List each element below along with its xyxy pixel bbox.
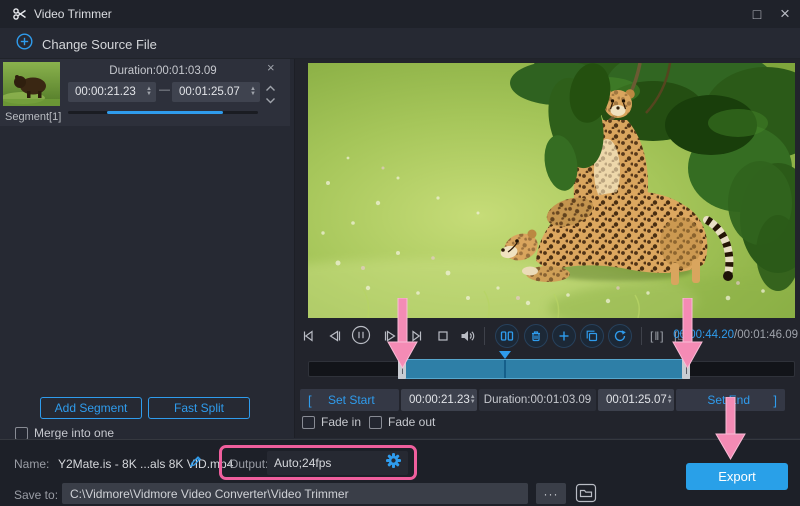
window-title: Video Trimmer — [34, 7, 112, 21]
segment-start-value: 00:00:21.23 — [75, 86, 136, 98]
fast-split-button[interactable]: Fast Split — [148, 397, 250, 419]
bracket-pause-icon[interactable]: [‖] — [650, 329, 665, 343]
scissors-icon — [12, 6, 28, 27]
delete-button[interactable] — [524, 324, 548, 348]
video-frame — [308, 63, 795, 318]
output-value: Auto;24fps — [274, 456, 331, 470]
volume-icon[interactable] — [456, 325, 478, 347]
timeline-selection[interactable] — [398, 359, 690, 379]
segment-list-panel: Duration:00:01:03.09 00:00:21.23 ▲ ▼ — 0… — [0, 59, 295, 438]
skip-start-button[interactable] — [297, 325, 319, 347]
current-time: 00:00:44.20 — [673, 329, 734, 341]
gear-icon[interactable] — [386, 453, 401, 473]
playhead-marker[interactable] — [499, 351, 511, 359]
copy-button[interactable] — [580, 324, 604, 348]
trim-duration: Duration:00:01:03.09 — [479, 389, 596, 411]
controls-divider — [641, 327, 642, 345]
change-source-button[interactable]: Change Source File — [16, 33, 157, 55]
add-segment-button[interactable]: Add Segment — [40, 397, 142, 419]
time-display: 00:00:44.20/00:01:46.09 — [690, 329, 798, 341]
bracket-close: ] — [773, 393, 777, 408]
export-button[interactable]: Export — [686, 463, 788, 490]
step-back-button[interactable] — [324, 325, 346, 347]
output-field[interactable]: Auto;24fps — [267, 451, 408, 475]
maximize-icon[interactable]: □ — [744, 3, 770, 25]
trim-end-handle[interactable] — [682, 359, 690, 379]
name-label: Name: — [14, 457, 49, 471]
segment-duration: Duration:00:01:03.09 — [68, 65, 258, 77]
stop-button[interactable] — [432, 325, 454, 347]
trim-end-input[interactable]: 00:01:25.07 ▲ ▼ — [598, 389, 674, 411]
trim-start-input[interactable]: 00:00:21.23 ▲ ▼ — [401, 389, 477, 411]
restore-button[interactable] — [608, 324, 632, 348]
total-time: /00:01:46.09 — [734, 329, 798, 341]
spinner-down-icon[interactable]: ▼ — [250, 92, 256, 97]
pause-button[interactable] — [350, 324, 372, 346]
bracket-open: [ — [308, 393, 312, 408]
toolbar: Change Source File — [0, 28, 800, 59]
segment-range-slider[interactable] — [68, 111, 258, 114]
fade-out-checkbox[interactable] — [369, 416, 382, 429]
plus-circle-icon — [16, 33, 33, 55]
spinner-down-icon[interactable]: ▼ — [470, 400, 476, 405]
spinner-down-icon[interactable]: ▼ — [667, 400, 673, 405]
fade-in-label: Fade in — [321, 415, 361, 429]
save-path-value: C:\Vidmore\Vidmore Video Converter\Video… — [70, 487, 349, 501]
save-to-label: Save to: — [14, 488, 58, 502]
segment-name: Segment[1] — [5, 111, 61, 123]
set-end-label: Set End — [707, 393, 750, 407]
set-start-label: Set Start — [328, 393, 375, 407]
browse-button[interactable]: ··· — [536, 483, 566, 504]
add-button[interactable] — [552, 324, 576, 348]
close-icon[interactable]: × — [772, 3, 798, 25]
segment-range-fill — [107, 111, 223, 114]
name-value: Y2Mate.is - 8K ...als 8K VID.mp4 — [58, 457, 233, 471]
trim-start-handle[interactable] — [398, 359, 406, 379]
edit-name-icon[interactable] — [188, 454, 203, 474]
move-down-icon[interactable] — [265, 91, 276, 109]
spinner-icons[interactable]: ▲ ▼ — [146, 87, 152, 97]
spinner-icons[interactable]: ▲ ▼ — [470, 395, 476, 405]
spinner-icons[interactable]: ▲ ▼ — [667, 395, 673, 405]
skip-end-button[interactable] — [406, 325, 428, 347]
segment-end-value: 00:01:25.07 — [179, 86, 240, 98]
segment-thumbnail[interactable] — [3, 62, 60, 106]
fade-in-checkbox[interactable] — [302, 416, 315, 429]
range-separator: — — [159, 84, 170, 96]
trim-end-value: 00:01:25.07 — [606, 394, 667, 406]
title-bar: Video Trimmer □ × — [0, 0, 800, 28]
output-label: Output: — [229, 457, 268, 471]
segment-end-input[interactable]: 00:01:25.07 ▲ ▼ — [172, 82, 260, 102]
spinner-icons[interactable]: ▲ ▼ — [250, 87, 256, 97]
split-button[interactable] — [495, 324, 519, 348]
playhead-line — [504, 360, 506, 378]
controls-divider — [484, 327, 485, 345]
set-start-button[interactable]: [ Set Start — [300, 389, 399, 411]
segment-start-input[interactable]: 00:00:21.23 ▲ ▼ — [68, 82, 156, 102]
open-folder-button[interactable] — [574, 482, 598, 506]
video-trimmer-window: Video Trimmer □ × Change Source File — [0, 0, 800, 506]
footer-bar: Name: Y2Mate.is - 8K ...als 8K VID.mp4 O… — [0, 439, 800, 506]
merge-label: Merge into one — [34, 426, 114, 440]
segment-card[interactable]: Duration:00:01:03.09 00:00:21.23 ▲ ▼ — 0… — [0, 59, 290, 126]
step-forward-button[interactable] — [379, 325, 401, 347]
fade-out-label: Fade out — [388, 415, 435, 429]
spinner-down-icon[interactable]: ▼ — [146, 92, 152, 97]
set-end-button[interactable]: Set End ] — [676, 389, 785, 411]
change-source-label: Change Source File — [42, 37, 157, 52]
remove-segment-icon[interactable]: × — [267, 60, 275, 75]
save-path-input[interactable]: C:\Vidmore\Vidmore Video Converter\Video… — [62, 483, 528, 504]
trim-start-value: 00:00:21.23 — [409, 394, 470, 406]
